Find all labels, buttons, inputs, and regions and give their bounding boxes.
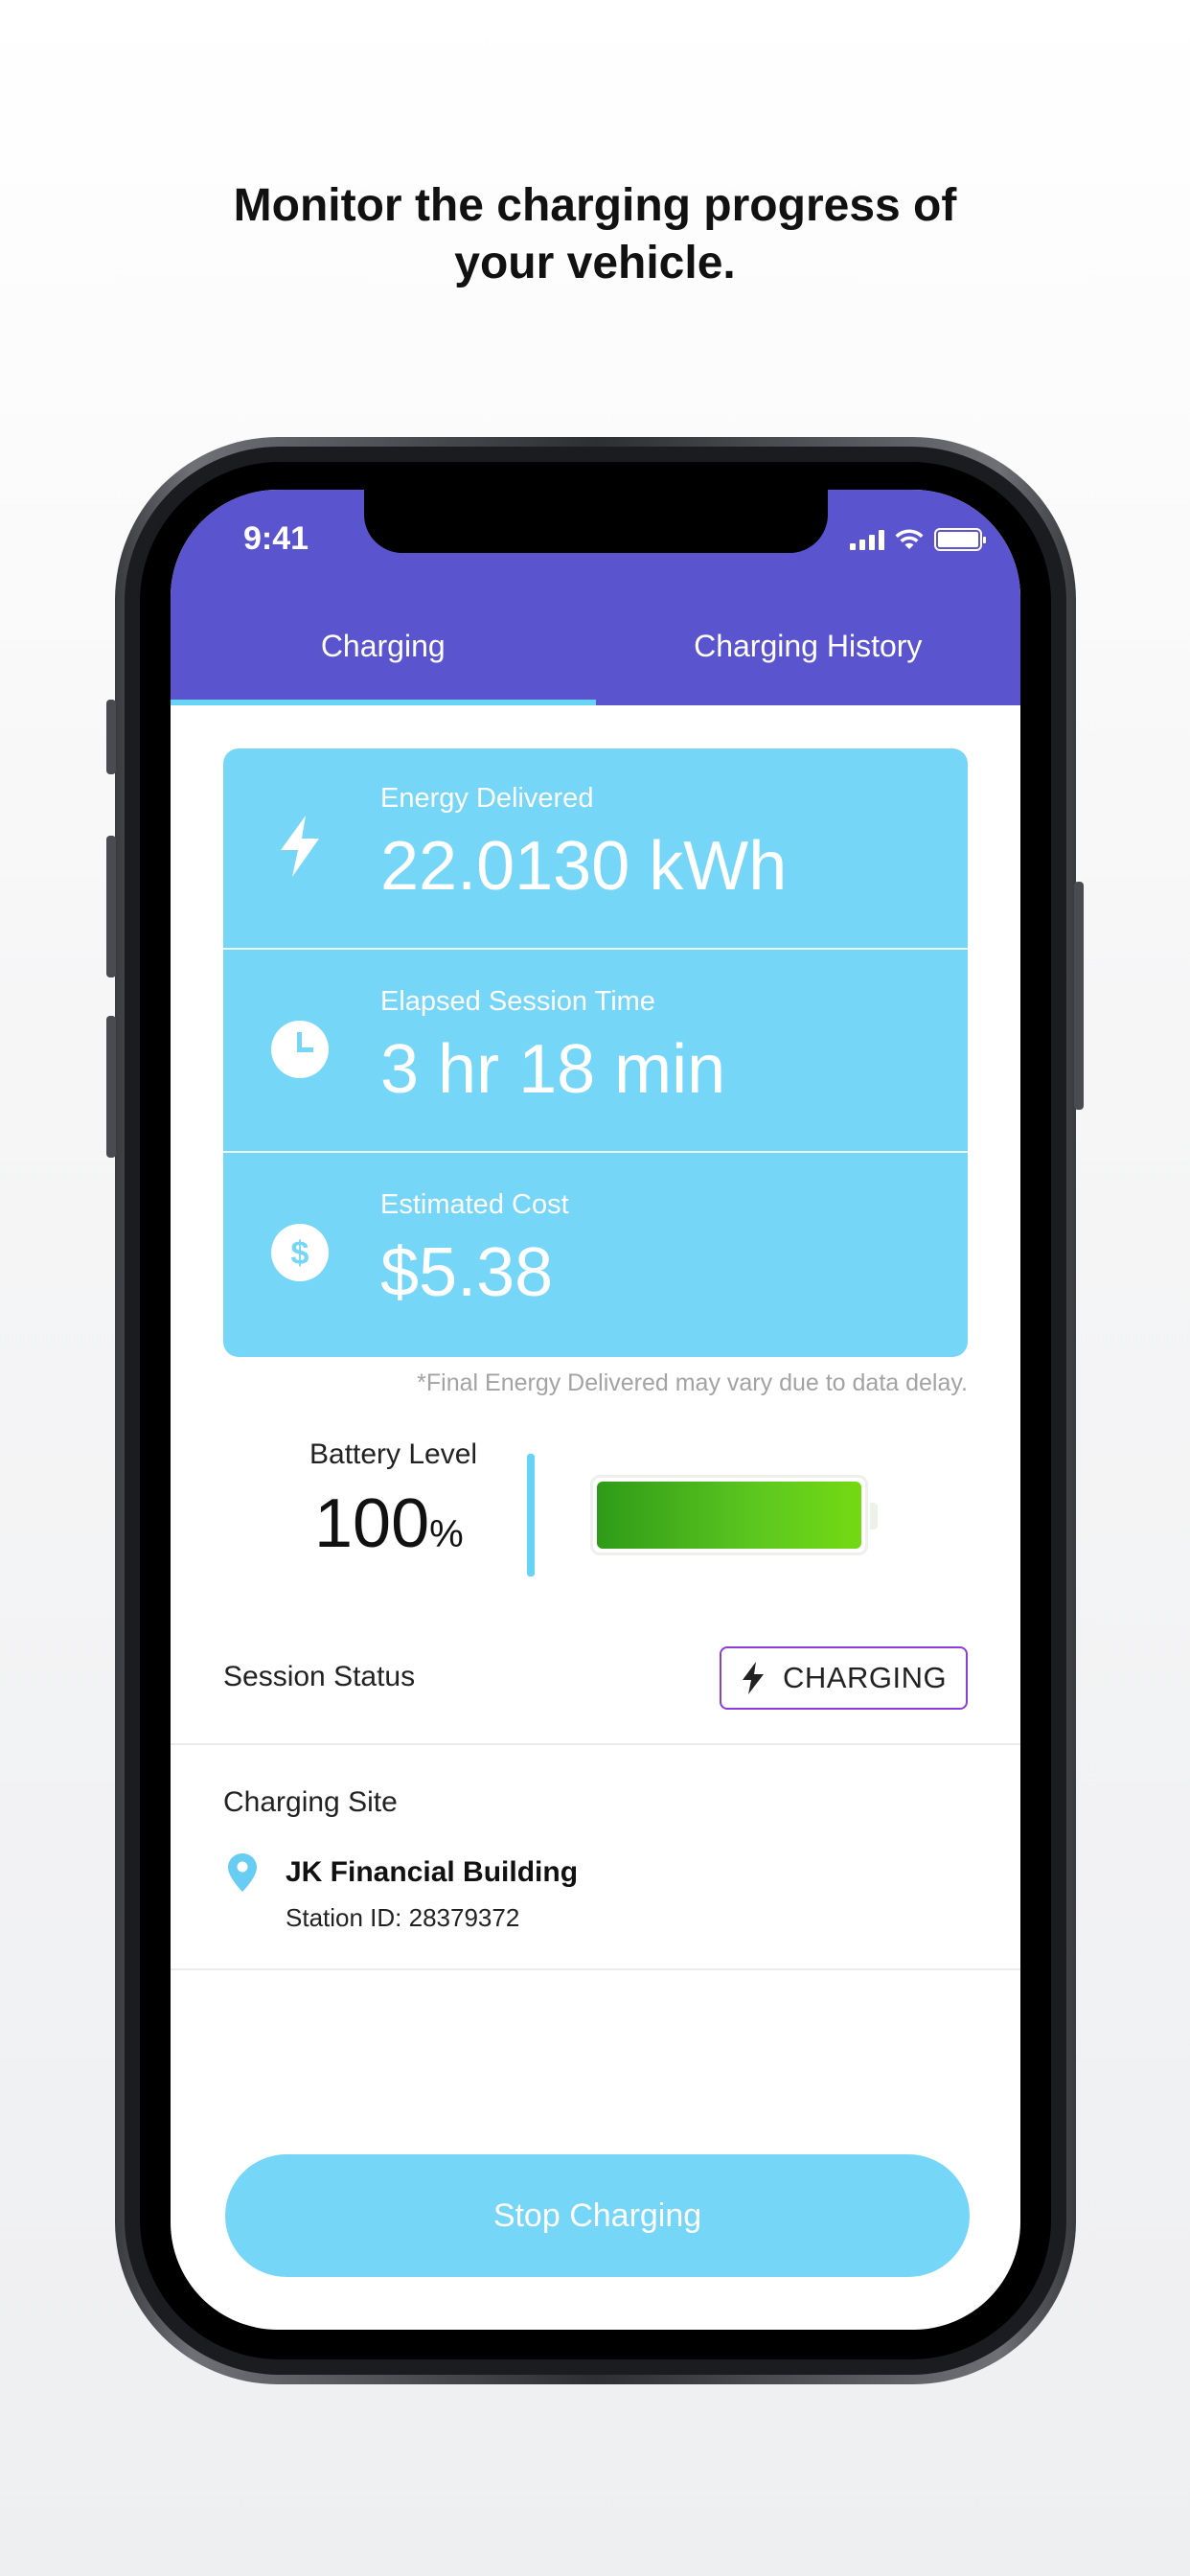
headline-line-1: Monitor the charging progress of xyxy=(233,180,957,231)
clock-icon xyxy=(271,1021,329,1078)
onboarding-headline: Monitor the charging progress of your ve… xyxy=(0,177,1190,292)
battery-level-value: 100% xyxy=(314,1485,464,1562)
notch xyxy=(364,490,828,553)
silent-switch xyxy=(106,700,116,774)
tab-charging[interactable]: Charging xyxy=(171,586,596,705)
tab-charging-history[interactable]: Charging History xyxy=(596,586,1021,705)
battery-gauge-fill xyxy=(597,1482,861,1549)
battery-gauge-cap xyxy=(870,1503,878,1530)
stat-label: Elapsed Session Time xyxy=(380,986,655,1017)
session-status-badge: CHARGING xyxy=(720,1646,968,1710)
dollar-icon: $ xyxy=(271,1224,329,1281)
data-delay-disclaimer: *Final Energy Delivered may vary due to … xyxy=(417,1369,968,1396)
tab-bar: Charging Charging History xyxy=(171,586,1020,705)
power-button xyxy=(1074,882,1084,1110)
signal-icon xyxy=(850,529,884,550)
stat-value: 22.0130 kWh xyxy=(380,828,788,905)
charging-stats-card: Energy Delivered 22.0130 kWh Elapsed Ses… xyxy=(223,748,968,1357)
battery-divider xyxy=(527,1454,535,1576)
site-name: JK Financial Building xyxy=(286,1856,579,1888)
stat-label: Energy Delivered xyxy=(380,783,594,814)
battery-level-label: Battery Level xyxy=(309,1438,478,1470)
stat-energy-delivered: Energy Delivered 22.0130 kWh xyxy=(223,748,968,950)
svg-text:$: $ xyxy=(291,1235,309,1272)
battery-gauge xyxy=(590,1475,868,1555)
stat-elapsed-time: Elapsed Session Time 3 hr 18 min xyxy=(223,952,968,1153)
volume-up-button xyxy=(106,836,116,978)
divider xyxy=(171,1968,1020,1970)
stat-label: Estimated Cost xyxy=(380,1189,569,1220)
session-status-label: Session Status xyxy=(223,1661,416,1692)
lightning-icon xyxy=(271,816,329,877)
app-screen: 9:41 Charging Charging History Energy De… xyxy=(171,490,1020,2330)
stat-estimated-cost: $ Estimated Cost $5.38 xyxy=(223,1155,968,1356)
volume-down-button xyxy=(106,1016,116,1158)
stat-value: $5.38 xyxy=(380,1234,554,1311)
stat-value: 3 hr 18 min xyxy=(380,1031,726,1108)
location-pin-icon xyxy=(228,1853,257,1892)
session-status-text: CHARGING xyxy=(783,1661,948,1694)
wifi-icon xyxy=(895,529,924,549)
status-time: 9:41 xyxy=(243,520,309,557)
lightning-icon xyxy=(743,1662,764,1694)
charging-site-label: Charging Site xyxy=(223,1786,398,1818)
battery-icon xyxy=(934,528,986,551)
station-id: Station ID: 28379372 xyxy=(286,1903,520,1932)
battery-level-section: Battery Level 100% xyxy=(171,1438,1020,1582)
headline-line-2: your vehicle. xyxy=(454,238,736,288)
divider xyxy=(171,1743,1020,1745)
stop-charging-button[interactable]: Stop Charging xyxy=(225,2154,970,2277)
